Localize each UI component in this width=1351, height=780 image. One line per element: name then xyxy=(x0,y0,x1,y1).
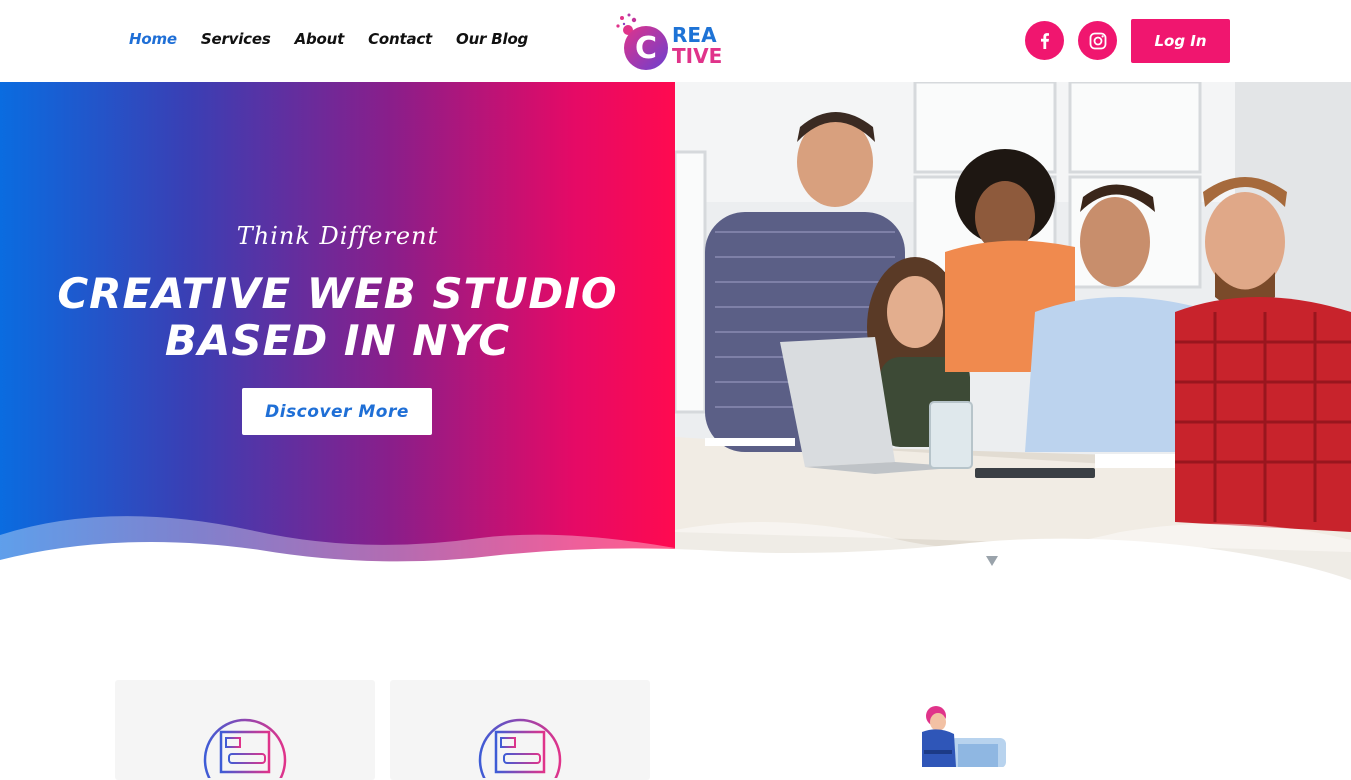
login-button[interactable]: Log In xyxy=(1131,19,1230,63)
nav-home[interactable]: Home xyxy=(129,30,177,48)
logo-line-2: TIVE xyxy=(672,44,723,68)
hero-headline: CREATIVE WEB STUDIO BASED IN NYC xyxy=(0,270,675,364)
logo-line-1: REA xyxy=(672,23,717,47)
hero-tagline: Think Different xyxy=(236,222,439,250)
instagram-icon xyxy=(1089,32,1106,49)
nav-services[interactable]: Services xyxy=(201,30,271,48)
design-document-icon xyxy=(203,718,287,778)
facebook-icon xyxy=(1040,32,1049,49)
facebook-button[interactable] xyxy=(1025,21,1064,60)
logo-mark-icon: C xyxy=(616,13,668,70)
hero-headline-line-2: BASED IN NYC xyxy=(164,316,511,365)
logo-wordmark: REA TIVE xyxy=(672,25,722,67)
site-header: Home Services About Contact Our Blog C R… xyxy=(0,0,1351,82)
hero-headline-line-1: CREATIVE WEB STUDIO xyxy=(57,269,618,318)
nav-our-blog[interactable]: Our Blog xyxy=(456,30,528,48)
nav-about[interactable]: About xyxy=(295,30,345,48)
main-nav: Home Services About Contact Our Blog xyxy=(129,30,528,48)
nav-contact[interactable]: Contact xyxy=(368,30,432,48)
discover-more-button[interactable]: Discover More xyxy=(242,388,432,435)
feature-card[interactable] xyxy=(115,680,375,780)
hero-wave-divider xyxy=(0,516,1351,620)
instagram-button[interactable] xyxy=(1078,21,1117,60)
feature-card[interactable] xyxy=(390,680,650,780)
svg-text:C: C xyxy=(635,31,657,66)
person-illustration xyxy=(922,706,1006,767)
design-document-icon xyxy=(478,718,562,778)
site-logo[interactable]: C REA TIVE xyxy=(614,12,734,72)
